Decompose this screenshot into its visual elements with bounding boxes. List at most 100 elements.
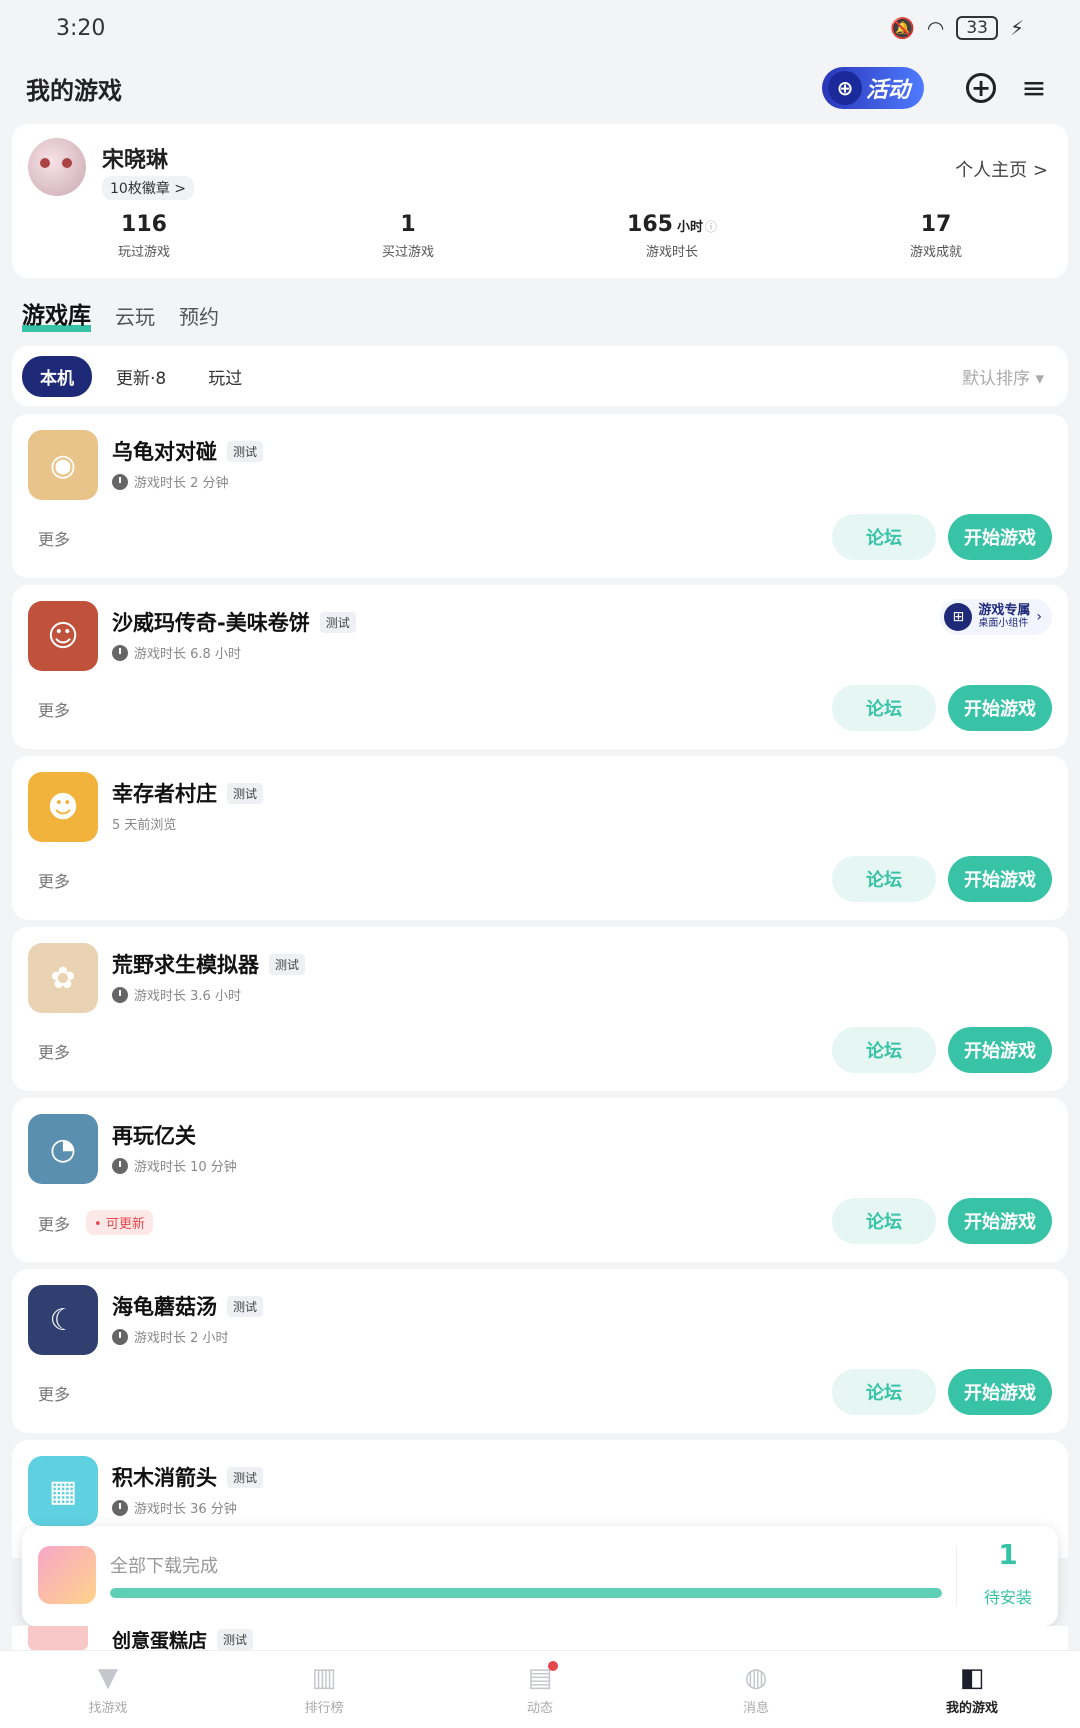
menu-icon[interactable]: ≡: [1014, 68, 1054, 108]
pending-install-count[interactable]: 1: [958, 1538, 1058, 1571]
start-game-button[interactable]: 开始游戏: [948, 685, 1052, 731]
more-button[interactable]: 更多: [38, 1381, 70, 1405]
badges-button[interactable]: 10枚徽章 >: [102, 176, 194, 200]
nav-messages[interactable]: ◍ 消息: [648, 1651, 864, 1728]
stat-achievements[interactable]: 17 游戏成就: [804, 212, 1068, 260]
game-name: 创意蛋糕店: [112, 1630, 208, 1650]
start-game-button[interactable]: 开始游戏: [948, 1198, 1052, 1244]
more-row: 更多: [38, 1381, 70, 1405]
start-game-button[interactable]: 开始游戏: [948, 1369, 1052, 1415]
game-name: 幸存者村庄: [112, 782, 217, 806]
game-subtitle-row: 5 天前浏览: [112, 814, 176, 833]
stat-bought[interactable]: 1 买过游戏: [276, 212, 540, 260]
nav-find-games[interactable]: ▼ 找游戏: [0, 1651, 216, 1728]
nav-rankings[interactable]: ▥ 排行榜: [216, 1651, 432, 1728]
game-card[interactable]: ☺ 沙威玛传奇-美味卷饼 测试 游戏时长 6.8 小时 ⊞ 游戏专属 桌面小组件 ›…: [12, 585, 1068, 749]
sort-dropdown[interactable]: 默认排序 ▾: [962, 364, 1044, 389]
battery-indicator: 33: [956, 16, 998, 40]
forum-button[interactable]: 论坛: [832, 1369, 936, 1415]
forum-button[interactable]: 论坛: [832, 685, 936, 731]
start-game-button[interactable]: 开始游戏: [948, 514, 1052, 560]
homepage-link[interactable]: 个人主页 >: [955, 156, 1048, 182]
add-icon[interactable]: +: [966, 73, 996, 103]
nav-my-games[interactable]: ◧ 我的游戏: [864, 1651, 1080, 1728]
game-exclusive-widget-button[interactable]: ⊞ 游戏专属 桌面小组件 ›: [940, 599, 1052, 635]
game-card[interactable]: ◉ 乌龟对对碰 测试 游戏时长 2 分钟 更多 论坛 开始游戏: [12, 414, 1068, 578]
forum-button[interactable]: 论坛: [832, 1198, 936, 1244]
more-button[interactable]: 更多: [38, 697, 70, 721]
start-game-button[interactable]: 开始游戏: [948, 856, 1052, 902]
game-icon[interactable]: ☺: [28, 601, 98, 671]
clock-icon: [112, 473, 128, 490]
nav-label: 找游戏: [88, 1701, 128, 1716]
game-name: 沙威玛传奇-美味卷饼: [112, 611, 310, 635]
profile-card[interactable]: 宋晓琳 10枚徽章 > 个人主页 > 116 玩过游戏 1 买过游戏 165 小时…: [12, 124, 1068, 278]
more-button[interactable]: 更多: [38, 1211, 70, 1235]
test-tag: 测试: [227, 440, 264, 462]
stat-label: 买过游戏: [381, 245, 434, 260]
gamepad-icon: ◧: [959, 1663, 985, 1693]
main-tabs: 游戏库 云玩 预约: [22, 296, 219, 332]
game-title-row: 创意蛋糕店 测试: [112, 1626, 254, 1650]
chip-local[interactable]: 本机: [22, 355, 92, 397]
game-icon[interactable]: ☻: [28, 772, 98, 842]
game-playtime: 游戏时长 2 分钟: [134, 476, 229, 491]
more-row: 更多: [38, 1039, 70, 1063]
game-subtitle-row: 游戏时长 3.6 小时: [112, 985, 241, 1004]
start-game-button[interactable]: 开始游戏: [948, 1027, 1052, 1073]
page-title: 我的游戏: [26, 76, 122, 105]
mute-icon: 🔕: [889, 16, 915, 40]
game-icon[interactable]: ▦: [28, 1456, 98, 1526]
avatar[interactable]: [28, 138, 86, 196]
game-card[interactable]: ☾ 海龟蘑菇汤 测试 游戏时长 2 小时 更多 论坛 开始游戏: [12, 1269, 1068, 1433]
game-card[interactable]: ✿ 荒野求生模拟器 测试 游戏时长 3.6 小时 更多 论坛 开始游戏: [12, 927, 1068, 1091]
nav-label: 排行榜: [304, 1701, 344, 1716]
stat-unit: 小时: [676, 220, 703, 235]
tab-cloud[interactable]: 云玩: [115, 301, 155, 330]
more-button[interactable]: 更多: [38, 1039, 70, 1063]
game-title-row: 幸存者村庄 测试: [112, 778, 264, 808]
more-button[interactable]: 更多: [38, 868, 70, 892]
tab-library[interactable]: 游戏库: [22, 296, 91, 332]
forum-button[interactable]: 论坛: [832, 514, 936, 560]
stat-value: 1: [400, 212, 416, 237]
game-icon[interactable]: ☾: [28, 1285, 98, 1355]
stat-playtime[interactable]: 165 小时 ⓘ 游戏时长: [540, 212, 804, 260]
stat-value: 165: [627, 212, 673, 237]
update-available-badge[interactable]: • 可更新: [86, 1210, 153, 1235]
forum-button[interactable]: 论坛: [832, 1027, 936, 1073]
page-header: 我的游戏 ⊕ 活动 + ≡: [0, 56, 1080, 120]
pending-install-label[interactable]: 待安装: [958, 1584, 1058, 1608]
game-card[interactable]: ◔ 再玩亿关 游戏时长 10 分钟 更多 • 可更新 论坛 开始游戏: [12, 1098, 1068, 1262]
game-card[interactable]: ☻ 幸存者村庄 测试 5 天前浏览 更多 论坛 开始游戏: [12, 756, 1068, 920]
clock-icon: [112, 1157, 128, 1174]
stat-label: 游戏时长: [645, 245, 698, 260]
game-title-row: 荒野求生模拟器 测试: [112, 949, 306, 979]
game-playtime: 游戏时长 2 小时: [134, 1331, 229, 1346]
game-title-row: 沙威玛传奇-美味卷饼 测试: [112, 607, 356, 637]
game-icon[interactable]: ✿: [28, 943, 98, 1013]
stat-label: 游戏成就: [909, 245, 962, 260]
download-status-bar[interactable]: 全部下载完成 1 待安装: [22, 1526, 1058, 1626]
tab-reservation[interactable]: 预约: [179, 301, 219, 330]
activity-button[interactable]: ⊕ 活动: [821, 67, 924, 109]
charging-icon: ⚡: [1009, 16, 1024, 40]
test-tag: 测试: [227, 1295, 264, 1317]
game-playtime: 游戏时长 6.8 小时: [134, 647, 241, 662]
nav-label: 动态: [526, 1701, 553, 1716]
test-tag: 测试: [227, 1466, 264, 1488]
exclusive-title: 游戏专属: [978, 603, 1031, 618]
download-game-icon: [38, 1546, 96, 1604]
chip-played[interactable]: 玩过: [190, 356, 260, 397]
more-button[interactable]: 更多: [38, 526, 70, 550]
game-subtitle-row: 游戏时长 2 分钟: [112, 472, 229, 491]
activity-label: 活动: [865, 78, 910, 103]
game-icon: [28, 1626, 88, 1650]
game-icon[interactable]: ◔: [28, 1114, 98, 1184]
forum-button[interactable]: 论坛: [832, 856, 936, 902]
game-card-partial[interactable]: 创意蛋糕店 测试: [12, 1626, 1068, 1650]
chip-updates[interactable]: 更新·8: [98, 356, 184, 397]
stat-played[interactable]: 116 玩过游戏: [12, 212, 276, 260]
game-icon[interactable]: ◉: [28, 430, 98, 500]
nav-feed[interactable]: ▤ 动态: [432, 1651, 648, 1728]
